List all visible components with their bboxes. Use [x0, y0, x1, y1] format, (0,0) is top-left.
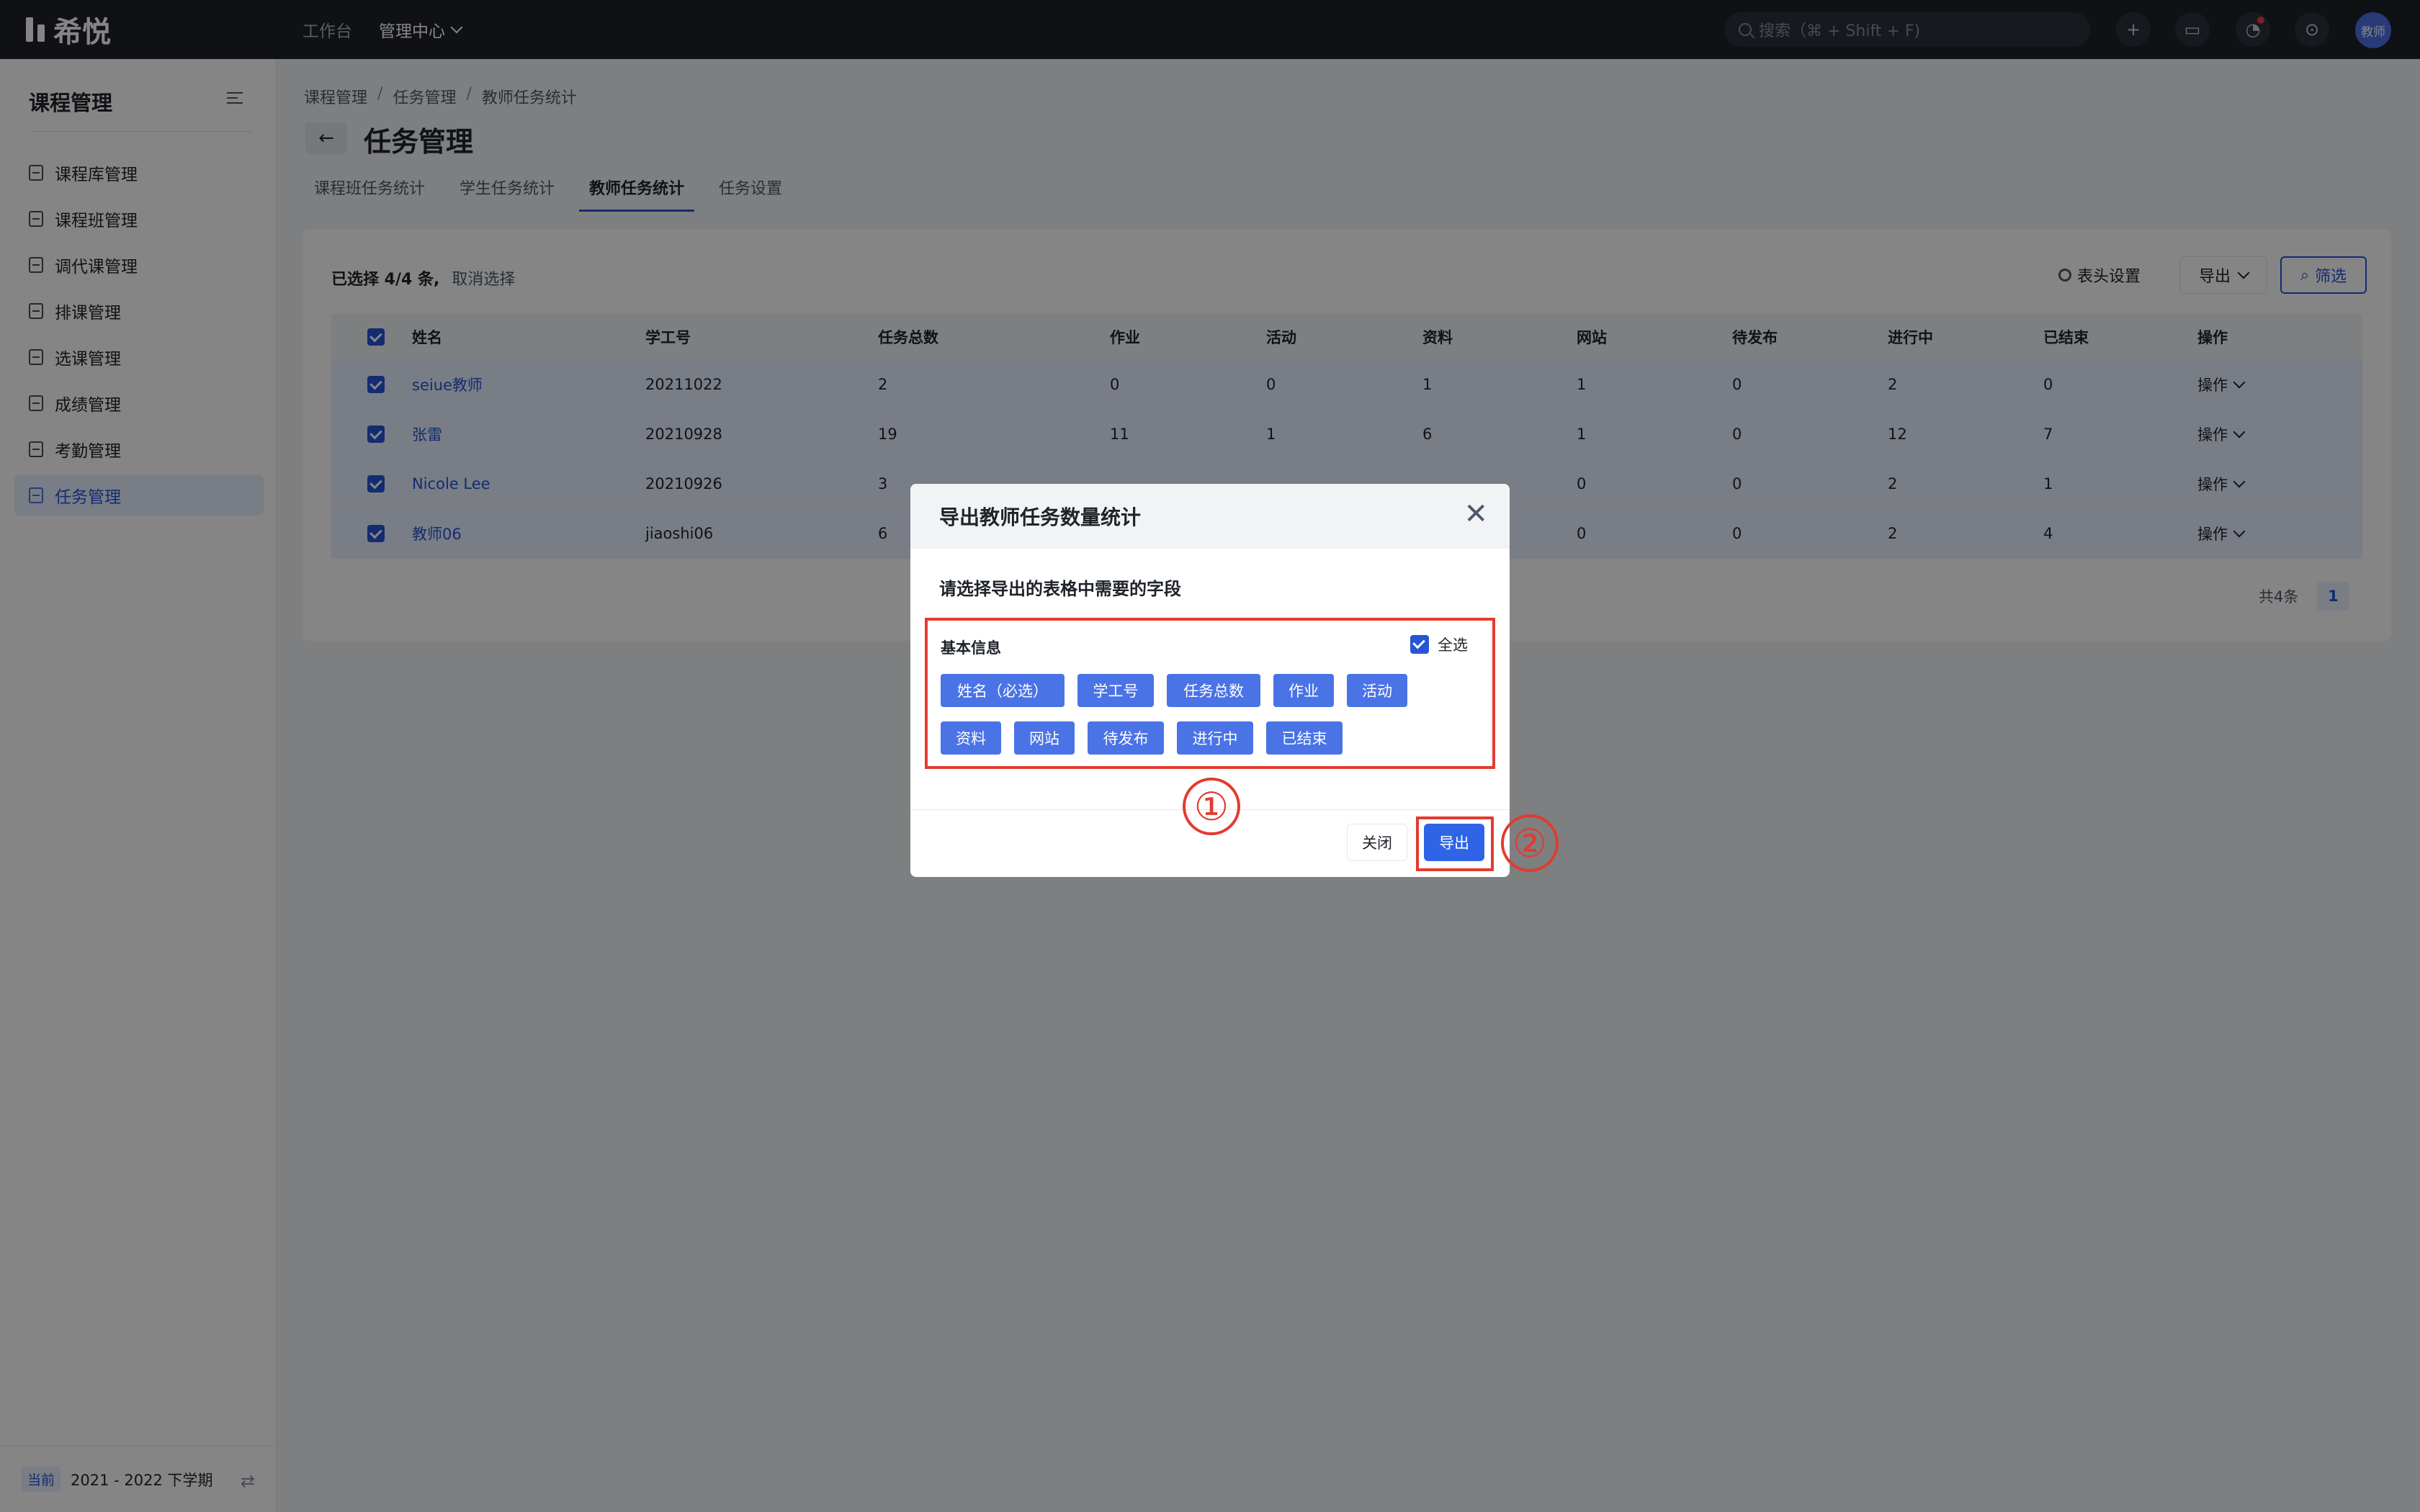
field-chip-total-tasks[interactable]: 任务总数: [1167, 674, 1260, 707]
close-button[interactable]: 关闭: [1347, 824, 1407, 861]
field-chip-in-progress[interactable]: 进行中: [1177, 721, 1253, 755]
field-chips: 姓名（必选） 学工号 任务总数 作业 活动 资料 网站 待发布 进行中 已结束: [941, 674, 1474, 755]
field-chip-name[interactable]: 姓名（必选）: [941, 674, 1065, 707]
field-chip-website[interactable]: 网站: [1014, 721, 1075, 755]
close-icon[interactable]: ✕: [1464, 500, 1488, 528]
field-chip-activity[interactable]: 活动: [1347, 674, 1407, 707]
group-label: 基本信息: [941, 639, 1001, 657]
field-chip-ended[interactable]: 已结束: [1266, 721, 1343, 755]
step-marker-2: ②: [1501, 814, 1559, 872]
dialog-subtitle: 请选择导出的表格中需要的字段: [939, 579, 1181, 599]
export-highlight-box: [1416, 816, 1494, 871]
select-all-checkbox[interactable]: [1410, 635, 1429, 654]
field-chip-material[interactable]: 资料: [941, 721, 1001, 755]
field-chip-pending[interactable]: 待发布: [1088, 721, 1164, 755]
field-chip-staff-id[interactable]: 学工号: [1077, 674, 1154, 707]
select-all-toggle[interactable]: 全选: [1410, 634, 1468, 655]
step-marker-1: ①: [1183, 778, 1240, 835]
select-all-label: 全选: [1438, 636, 1468, 654]
field-selection-group: 基本信息 全选 姓名（必选） 学工号 任务总数 作业 活动 资料 网站 待发布 …: [925, 618, 1495, 769]
dialog-title: 导出教师任务数量统计: [910, 484, 1510, 549]
field-chip-homework[interactable]: 作业: [1273, 674, 1334, 707]
